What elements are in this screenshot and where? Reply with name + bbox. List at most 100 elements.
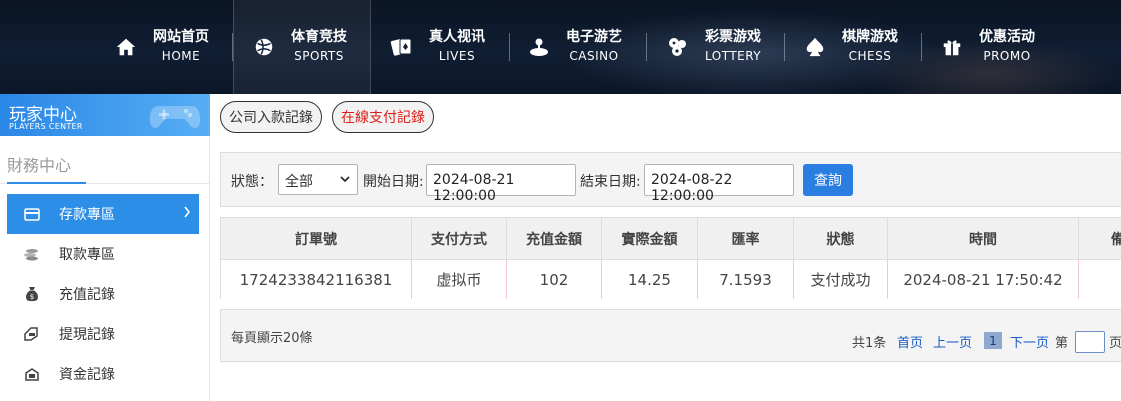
coins-icon	[23, 245, 41, 263]
first-page-link[interactable]: 首页	[897, 332, 923, 351]
button-label: 查詢	[814, 173, 842, 189]
per-page-text: 每頁顯示20條	[231, 331, 313, 346]
finance-center-title: 財務中心	[7, 156, 72, 175]
nav-label-zh: 网站首页	[153, 29, 209, 45]
sidebar-item-withdraw[interactable]: 取款專區	[7, 234, 199, 274]
sidebar-item-label: 資金記錄	[59, 367, 115, 383]
column-header: 時間	[888, 218, 1079, 259]
column-header: 狀態	[794, 218, 888, 259]
top-navigation: 网站首页 HOME 体育竞技 SPORTS 真人视讯 LIVES 电子游艺 CASINO…	[0, 0, 1121, 94]
section-underline	[7, 182, 86, 184]
spade-icon	[802, 34, 828, 60]
query-button[interactable]: 查詢	[803, 164, 853, 196]
button-label: 公司入款記錄	[229, 110, 313, 126]
nav-item-promo[interactable]: 优惠活动 PROMO	[939, 0, 1035, 94]
sidebar-item-label: 提現記錄	[59, 327, 115, 343]
status-select-value: 全部	[285, 174, 313, 190]
lottery-balls-icon	[665, 34, 691, 60]
column-header: 備	[1111, 231, 1121, 248]
nav-item-sports[interactable]: 体育竞技 SPORTS	[251, 0, 347, 94]
chevron-down-icon	[339, 173, 351, 189]
nav-separator	[784, 33, 785, 61]
gamepad-icon	[148, 98, 202, 136]
nav-label-zh: 体育竞技	[291, 29, 347, 45]
order-number-cell: 1724233842116381	[221, 260, 412, 299]
nav-label-en: LOTTERY	[705, 49, 762, 63]
nav-separator	[646, 33, 647, 61]
gift-icon	[939, 34, 965, 60]
end-date-input[interactable]: 2024-08-22 12:00:00	[644, 164, 794, 204]
home-icon	[113, 34, 139, 60]
sidebar: 玩家中心 PLAYERS CENTER 財務中心 存款專區 取款專區 $ 充值記…	[0, 94, 210, 401]
sidebar-item-withdraw-records[interactable]: 提現記錄	[7, 314, 199, 354]
status-label: 狀態：	[231, 174, 273, 190]
goto-page-input[interactable]	[1075, 331, 1105, 353]
sidebar-item-label: 充值記錄	[59, 287, 115, 303]
prev-page-link[interactable]: 上一页	[933, 332, 972, 351]
players-center-banner: 玩家中心 PLAYERS CENTER	[0, 94, 210, 136]
nav-label-en: SPORTS	[294, 49, 344, 63]
goto-prefix: 第	[1055, 336, 1069, 351]
nav-label-en: PROMO	[983, 49, 1031, 63]
next-page-link[interactable]: 下一页	[1010, 332, 1049, 351]
nav-label-zh: 棋牌游戏	[842, 29, 898, 45]
sidebar-item-fund-records[interactable]: 資金記錄	[7, 354, 199, 394]
chevron-right-icon	[183, 206, 191, 222]
sidebar-item-label: 存款專區	[59, 207, 115, 223]
column-header: 支付方式	[412, 218, 507, 259]
current-page[interactable]: 1	[984, 332, 1002, 349]
sidebar-item-deposit[interactable]: 存款專區	[7, 194, 199, 234]
table-row: 1724233842116381 虚拟币 102 14.25 7.1593 支付…	[221, 260, 1121, 299]
nav-label-zh: 电子游艺	[566, 29, 622, 45]
end-date-label: 結束日期:	[580, 174, 641, 190]
joystick-icon	[526, 34, 552, 60]
filter-bar: 狀態： 全部 開始日期: 2024-08-21 12:00:00 結束日期: 2…	[220, 152, 1121, 207]
status-cell: 支付成功	[794, 260, 888, 299]
nav-label-en: CASINO	[569, 49, 619, 63]
column-header: 實際金額	[602, 218, 698, 259]
records-table: 訂單號 支付方式 充值金額 實際金額 匯率 狀態 時間 備 1724233842…	[220, 217, 1121, 299]
card-icon	[23, 205, 41, 223]
nav-separator	[232, 33, 233, 61]
nav-label-zh: 优惠活动	[979, 29, 1035, 45]
sidebar-item-recharge-records[interactable]: $ 充值記錄	[7, 274, 199, 314]
nav-label-en: LIVES	[438, 49, 476, 63]
nav-label-zh: 真人视讯	[429, 29, 485, 45]
nav-label-en: CHESS	[848, 49, 892, 63]
payment-method-cell: 虚拟币	[412, 260, 507, 299]
status-select[interactable]: 全部	[278, 164, 358, 195]
svg-text:$: $	[30, 293, 34, 301]
money-bag-icon: $	[23, 285, 41, 303]
ball-icon	[251, 34, 277, 60]
nav-label-en: HOME	[161, 49, 201, 63]
banner-subtitle: PLAYERS CENTER	[9, 122, 83, 131]
column-header: 充值金額	[507, 218, 602, 259]
company-deposit-records-button[interactable]: 公司入款記錄	[220, 101, 322, 133]
online-payment-records-button[interactable]: 在線支付記錄	[332, 101, 434, 133]
nav-label-zh: 彩票游戏	[705, 29, 762, 45]
button-label: 在線支付記錄	[341, 110, 425, 126]
start-date-input[interactable]: 2024-08-21 12:00:00	[426, 164, 576, 204]
goto-suffix: 页	[1109, 336, 1121, 351]
start-date-label: 開始日期:	[363, 174, 424, 190]
sidebar-item-label: 取款專區	[59, 247, 115, 263]
time-cell: 2024-08-21 17:50:42	[888, 260, 1079, 299]
table-header: 訂單號 支付方式 充值金額 實際金額 匯率 狀態 時間 備	[221, 218, 1121, 260]
withdraw-icon	[23, 325, 41, 343]
nav-separator	[921, 33, 922, 61]
funds-icon	[23, 365, 41, 383]
cards-icon	[389, 34, 415, 60]
nav-item-lives[interactable]: 真人视讯 LIVES	[389, 0, 485, 94]
nav-item-lottery[interactable]: 彩票游戏 LOTTERY	[665, 0, 761, 94]
remark-cell	[1079, 260, 1121, 299]
nav-item-home[interactable]: 网站首页 HOME	[113, 0, 209, 94]
column-header: 訂單號	[221, 218, 412, 259]
nav-separator	[509, 33, 510, 61]
column-header: 匯率	[698, 218, 794, 259]
nav-item-casino[interactable]: 电子游艺 CASINO	[526, 0, 622, 94]
actual-amount-cell: 14.25	[602, 260, 698, 299]
recharge-amount-cell: 102	[507, 260, 602, 299]
nav-item-chess[interactable]: 棋牌游戏 CHESS	[802, 0, 898, 94]
pagination-bar: 每頁顯示20條 共1条 首页 上一页 1 下一页 第 页	[220, 309, 1121, 362]
exchange-rate-cell: 7.1593	[698, 260, 794, 299]
